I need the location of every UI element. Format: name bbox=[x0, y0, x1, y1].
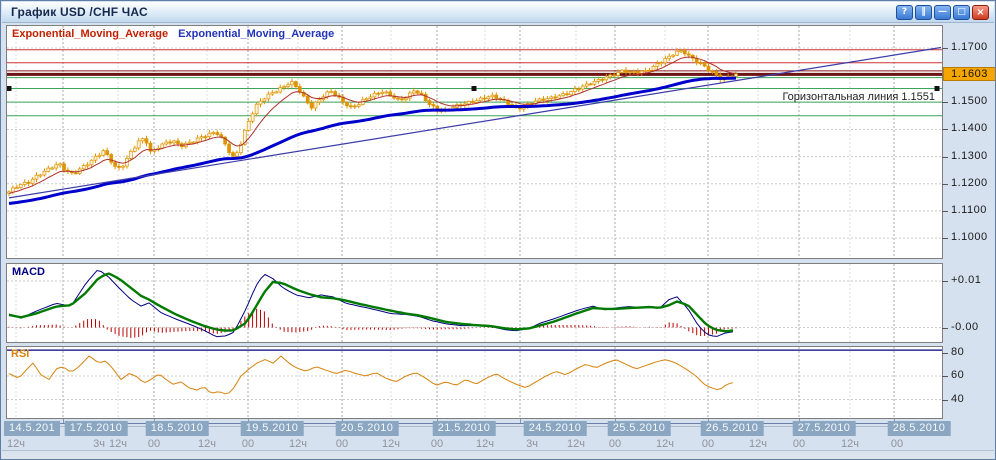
window-controls: ?‖—□× bbox=[896, 5, 989, 20]
minimize-button[interactable]: — bbox=[934, 5, 951, 20]
date-badge: 20.5.2010 bbox=[336, 421, 399, 436]
rsi-axis-label: 60 bbox=[951, 369, 964, 381]
time-label: 12ч bbox=[749, 438, 767, 450]
axis-tick bbox=[942, 238, 948, 239]
time-label: 00 bbox=[336, 438, 348, 450]
time-label: 12ч bbox=[289, 438, 307, 450]
time-label: 00 bbox=[891, 438, 903, 450]
close-button[interactable]: × bbox=[972, 5, 989, 20]
time-label: 3ч bbox=[526, 438, 538, 450]
macd-panel[interactable] bbox=[6, 263, 943, 343]
window-title-bar[interactable]: График USD /CHF ЧАС ?‖—□× bbox=[2, 2, 994, 23]
date-badge: 24.5.2010 bbox=[524, 421, 587, 436]
axis-tick bbox=[942, 48, 948, 49]
price-axis-label: 1.1700 bbox=[951, 41, 988, 53]
time-label: 00 bbox=[609, 438, 621, 450]
axis-tick bbox=[942, 376, 948, 377]
axis-tick bbox=[942, 281, 948, 282]
window-bottom-strip bbox=[2, 450, 994, 460]
date-badge: 27.5.2010 bbox=[793, 421, 856, 436]
axis-tick bbox=[942, 328, 948, 329]
chart-window: График USD /CHF ЧАС ?‖—□× Exponential_Mo… bbox=[0, 0, 996, 460]
ema-blue-label: Exponential_Moving_Average bbox=[178, 28, 334, 40]
date-badge: 18.5.2010 bbox=[146, 421, 209, 436]
rsi-axis-label: 40 bbox=[951, 393, 964, 405]
time-label: 00 bbox=[431, 438, 443, 450]
axis-tick bbox=[942, 400, 948, 401]
help-button[interactable]: ? bbox=[896, 5, 913, 20]
time-label: 12ч bbox=[382, 438, 400, 450]
date-badge: 14.5.201 bbox=[4, 421, 60, 436]
window-title: График USD /CHF ЧАС bbox=[11, 5, 148, 19]
time-label: 3ч bbox=[93, 438, 105, 450]
macd-canvas[interactable] bbox=[7, 264, 942, 342]
axis-tick bbox=[942, 157, 948, 158]
date-badge: 25.5.2010 bbox=[608, 421, 671, 436]
axis-tick bbox=[942, 184, 948, 185]
rsi-canvas[interactable] bbox=[7, 347, 942, 418]
day-tick bbox=[520, 419, 521, 423]
date-badge: 21.5.2010 bbox=[433, 421, 496, 436]
macd-axis-label: +0.01 bbox=[951, 274, 981, 286]
maximize-button[interactable]: □ bbox=[953, 5, 970, 20]
axis-tick bbox=[942, 211, 948, 212]
time-label: 12ч bbox=[476, 438, 494, 450]
date-badge: 17.5.2010 bbox=[65, 421, 128, 436]
time-label: 12ч bbox=[7, 438, 25, 450]
time-label: 12ч bbox=[109, 438, 127, 450]
time-label: 12ч bbox=[841, 438, 859, 450]
macd-label: MACD bbox=[12, 266, 45, 278]
ema-red-label: Exponential_Moving_Average bbox=[12, 28, 168, 40]
date-badge: 19.5.2010 bbox=[241, 421, 304, 436]
time-label: 12ч bbox=[656, 438, 674, 450]
rsi-label: RSI bbox=[11, 348, 29, 360]
time-label: 00 bbox=[702, 438, 714, 450]
time-label: 12ч bbox=[567, 438, 585, 450]
time-label: 00 bbox=[242, 438, 254, 450]
price-chart-panel[interactable] bbox=[6, 25, 943, 259]
price-axis-label: 1.1100 bbox=[951, 204, 987, 216]
price-chart-canvas[interactable] bbox=[7, 26, 942, 258]
horizontal-line-label: Горизонтальная линия 1.1551 bbox=[782, 91, 935, 103]
price-axis-label: 1.1500 bbox=[951, 95, 988, 107]
time-label: 00 bbox=[793, 438, 805, 450]
current-price-badge: 1.1603 bbox=[943, 67, 996, 81]
axis-tick bbox=[942, 353, 948, 354]
indicator-legend: Exponential_Moving_Average Exponential_M… bbox=[12, 28, 334, 40]
macd-axis-label: -0.00 bbox=[951, 321, 979, 333]
axis-tick bbox=[942, 102, 948, 103]
axis-tick bbox=[942, 129, 948, 130]
date-badge: 28.5.2010 bbox=[888, 421, 951, 436]
time-label: 00 bbox=[148, 438, 160, 450]
price-axis-label: 1.1000 bbox=[951, 231, 988, 243]
date-badge: 26.5.2010 bbox=[701, 421, 764, 436]
price-axis-label: 1.1400 bbox=[951, 122, 988, 134]
price-axis-label: 1.1200 bbox=[951, 177, 988, 189]
pause-button[interactable]: ‖ bbox=[915, 5, 932, 20]
rsi-panel[interactable] bbox=[6, 346, 943, 419]
time-label: 12ч bbox=[198, 438, 216, 450]
price-axis-label: 1.1300 bbox=[951, 150, 988, 162]
rsi-axis-label: 80 bbox=[951, 346, 964, 358]
